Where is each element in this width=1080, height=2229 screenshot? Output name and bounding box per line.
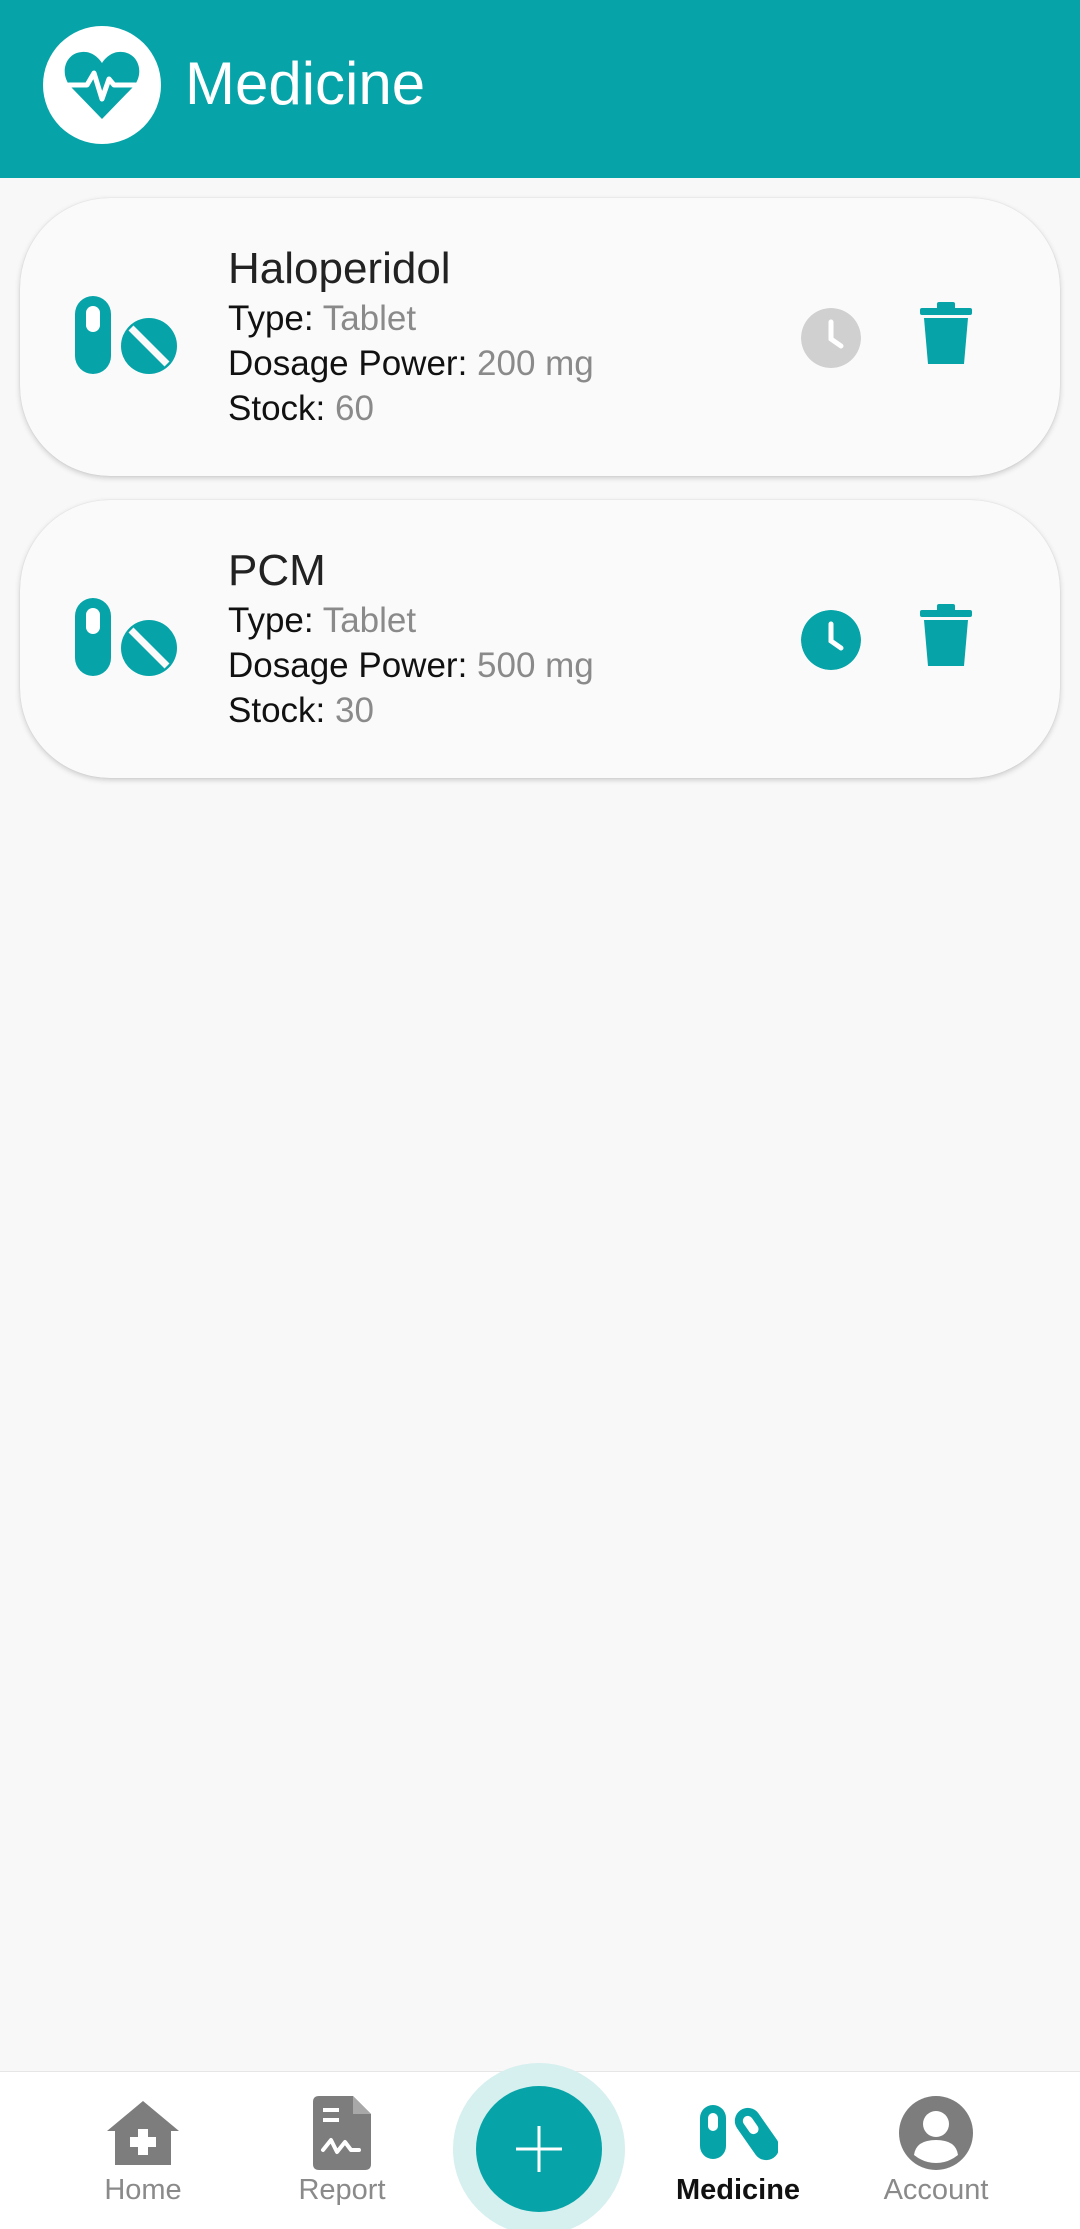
pills-icon xyxy=(700,2105,778,2161)
medicine-dosage-row: Dosage Power: 200 mg xyxy=(228,341,594,386)
nav-medicine[interactable]: Medicine xyxy=(653,2096,823,2207)
pills-icon xyxy=(75,598,177,676)
dosage-value: 500 mg xyxy=(477,646,594,685)
trash-icon[interactable] xyxy=(920,302,972,364)
medicine-card[interactable]: PCM Type: Tablet Dosage Power: 500 mg St… xyxy=(20,500,1060,778)
dosage-label: Dosage Power: xyxy=(228,646,468,685)
stock-value: 60 xyxy=(335,389,374,428)
stock-label: Stock: xyxy=(228,389,326,428)
medicine-name: PCM xyxy=(228,546,326,595)
app-logo xyxy=(43,26,161,144)
pills-icon xyxy=(75,296,177,374)
nav-medicine-label: Medicine xyxy=(675,2174,801,2206)
clock-icon[interactable] xyxy=(801,308,861,368)
medicine-card[interactable]: Haloperidol Type: Tablet Dosage Power: 2… xyxy=(20,198,1060,476)
medicine-type-row: Type: Tablet xyxy=(228,296,594,341)
dosage-label: Dosage Power: xyxy=(228,344,468,383)
stock-value: 30 xyxy=(335,691,374,730)
nav-report-label: Report xyxy=(298,2174,386,2206)
type-label: Type: xyxy=(228,601,314,640)
nav-home-label: Home xyxy=(104,2174,182,2206)
add-medicine-button[interactable] xyxy=(476,2086,602,2212)
medicine-name: Haloperidol xyxy=(228,244,451,293)
nav-account[interactable]: Account xyxy=(851,2096,1021,2207)
trash-icon[interactable] xyxy=(920,604,972,666)
nav-home[interactable]: Home xyxy=(58,2096,228,2207)
dosage-value: 200 mg xyxy=(477,344,594,383)
plus-icon xyxy=(516,2126,562,2172)
type-value: Tablet xyxy=(322,601,417,640)
nav-account-label: Account xyxy=(883,2174,989,2206)
clock-icon[interactable] xyxy=(801,610,861,670)
type-value: Tablet xyxy=(322,299,417,338)
medicine-dosage-row: Dosage Power: 500 mg xyxy=(228,643,594,688)
medicine-stock-row: Stock: 30 xyxy=(228,688,594,733)
home-medical-icon xyxy=(107,2101,179,2165)
account-icon xyxy=(899,2096,973,2170)
nav-report[interactable]: Report xyxy=(257,2096,427,2207)
medicine-stock-row: Stock: 60 xyxy=(228,386,594,431)
stock-label: Stock: xyxy=(228,691,326,730)
heart-pulse-icon xyxy=(64,51,140,119)
app-bar: Medicine xyxy=(0,0,1080,178)
medicine-type-row: Type: Tablet xyxy=(228,598,594,643)
type-label: Type: xyxy=(228,299,314,338)
report-icon xyxy=(313,2096,371,2170)
page-title: Medicine xyxy=(185,50,426,117)
